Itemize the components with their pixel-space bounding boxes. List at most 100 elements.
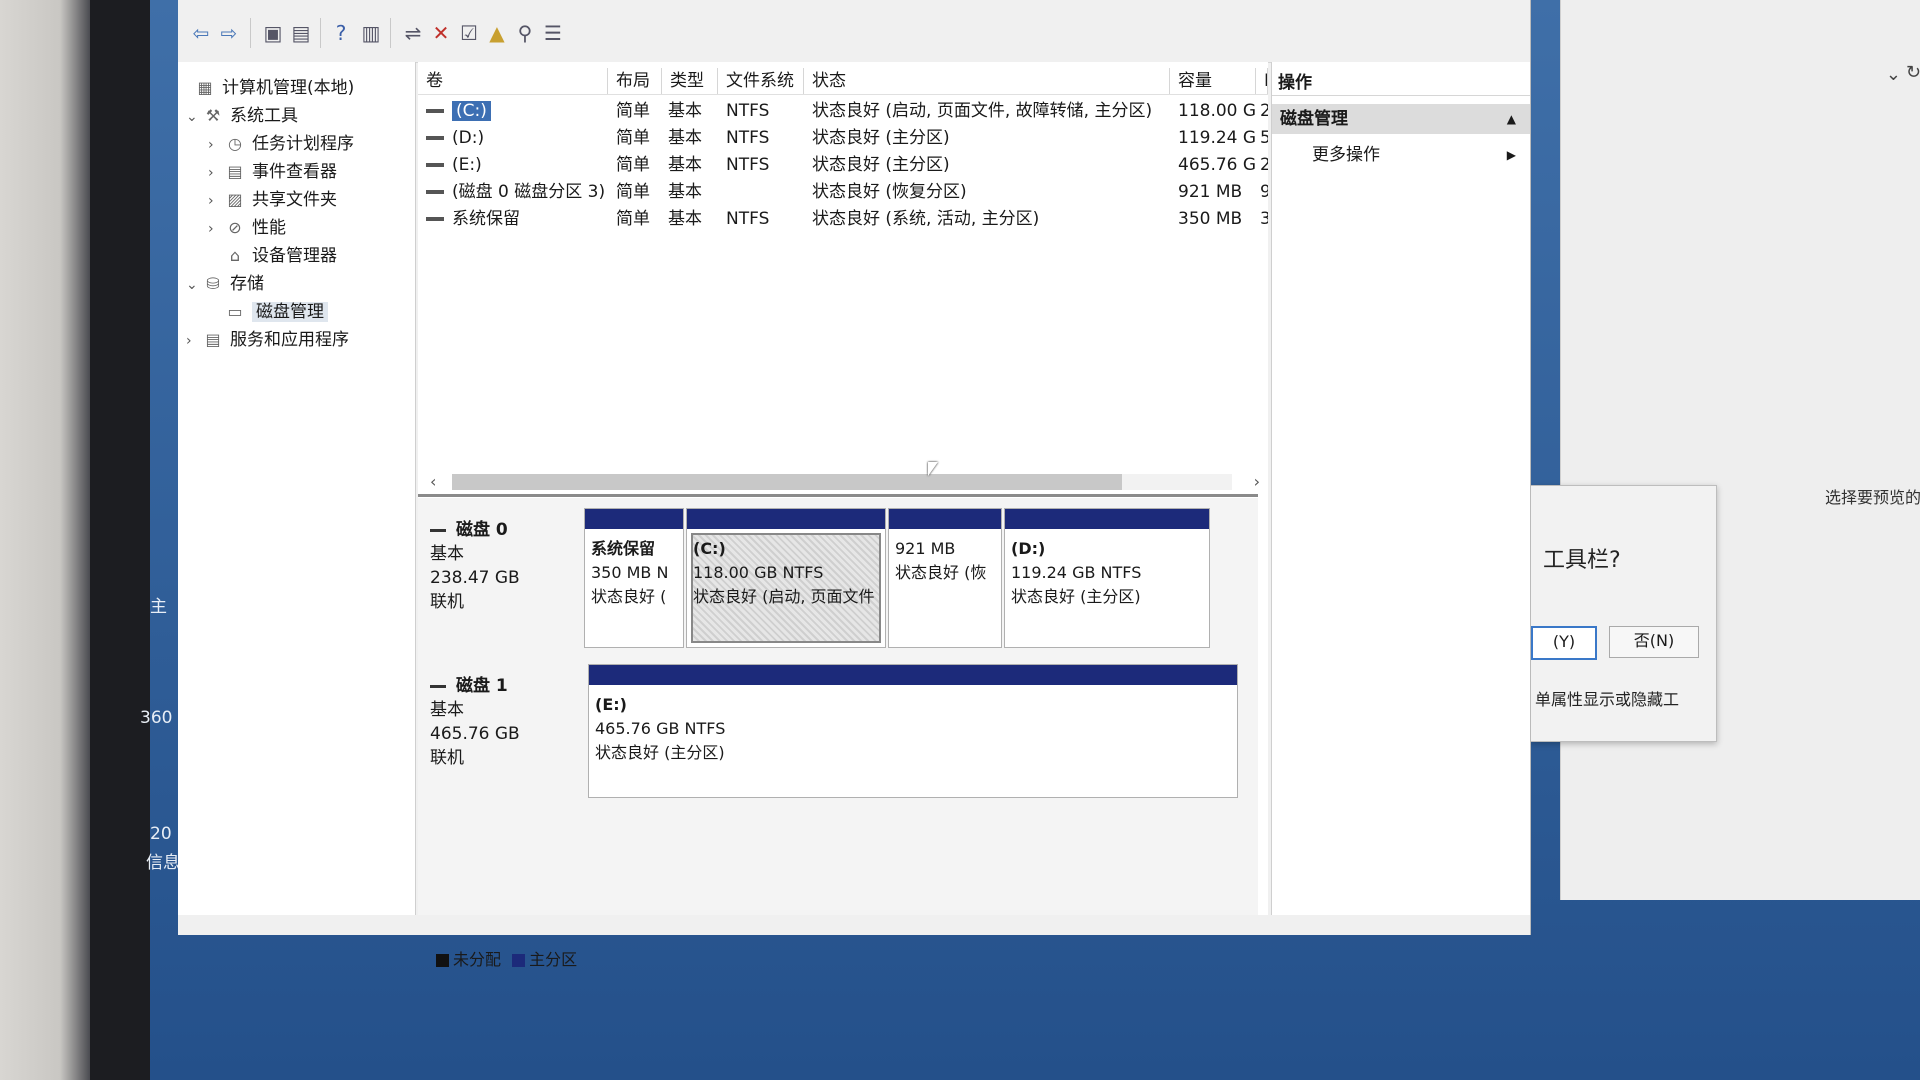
partition-recovery[interactable]: 921 MB 状态良好 (恢	[888, 508, 1002, 648]
computer-icon: ▦	[197, 78, 213, 97]
disk-0-label[interactable]: 磁盘 0 基本 238.47 GB 联机	[430, 518, 590, 614]
forward-icon[interactable]: ⇨	[216, 20, 242, 46]
tree-item-device-manager[interactable]: ⌂ 设备管理器	[208, 242, 337, 270]
tree-item-task-scheduler[interactable]: › ◷ 任务计划程序	[208, 130, 354, 158]
help-icon[interactable]: ?	[328, 20, 354, 46]
pane-splitter[interactable]	[418, 494, 1258, 497]
cell-layout: 简单	[616, 182, 650, 202]
cell-volume: (E:)	[418, 152, 608, 179]
chevron-down-icon[interactable]: ⌄	[1886, 64, 1901, 85]
tree-item-computer-management[interactable]: ▦ 计算机管理(本地)	[178, 74, 354, 102]
disk-kind: 基本	[430, 700, 464, 720]
cell-type: 基本	[668, 128, 702, 148]
up-folder-icon[interactable]: ▣	[260, 20, 286, 46]
no-button[interactable]: 否(N)	[1609, 626, 1699, 658]
tree-item-system-tools[interactable]: ⌄ ⚒ 系统工具	[186, 102, 298, 130]
table-row[interactable]: (E:) 简单基本 NTFS 状态良好 (主分区) 465.76 GB2	[418, 152, 1268, 179]
column-header-volume[interactable]: 卷	[418, 68, 608, 94]
tree-item-performance[interactable]: › ⊘ 性能	[208, 214, 286, 242]
toolbar-separator	[250, 18, 251, 48]
chevron-right-icon[interactable]: ›	[208, 215, 224, 243]
cell-capacity: 350 MB	[1178, 209, 1243, 229]
desktop-edge-text: 20	[150, 824, 172, 844]
chevron-right-icon[interactable]: ›	[208, 159, 224, 187]
cell-volume: (C:)	[418, 98, 608, 125]
volume-icon	[426, 217, 444, 221]
chevron-right-icon[interactable]: ›	[186, 327, 202, 355]
partition-status: 状态良好 (	[591, 587, 667, 606]
table-row[interactable]: (磁盘 0 磁盘分区 3) 简单 基本 状态良好 (恢复分区) 921 MB 9	[418, 179, 1268, 206]
column-header-status[interactable]: 状态	[804, 68, 1170, 94]
partition-size: 119.24 GB NTFS	[1011, 563, 1142, 582]
volume-name: (C:)	[452, 101, 491, 121]
legend-unallocated-swatch	[436, 954, 449, 967]
volume-icon	[426, 190, 444, 194]
more-actions-item[interactable]: 更多操作	[1312, 140, 1380, 170]
yes-button[interactable]: (Y)	[1531, 626, 1597, 660]
tree-label: 共享文件夹	[252, 190, 337, 210]
collapse-icon[interactable]: ▲	[1507, 104, 1516, 134]
checklist-icon[interactable]: ☑	[456, 20, 482, 46]
tree-item-shared-folders[interactable]: › ▨ 共享文件夹	[208, 186, 337, 214]
partition-status: 状态良好 (主分区)	[595, 743, 725, 762]
table-row[interactable]: (C:) 简单 基本 NTFS 状态良好 (启动, 页面文件, 故障转储, 主分区) 11…	[418, 98, 1268, 125]
disk-state: 联机	[430, 592, 464, 612]
column-header-layout[interactable]: 布局	[608, 68, 662, 94]
tree-item-services-apps[interactable]: › ▤ 服务和应用程序	[186, 326, 349, 354]
chevron-down-icon[interactable]: ⌄	[186, 271, 202, 299]
table-row[interactable]: (D:) 简单基本 NTFS 状态良好 (主分区) 119.24 GB5	[418, 125, 1268, 152]
volume-icon	[426, 136, 444, 140]
show-hide-tree-icon[interactable]: ▤	[288, 20, 314, 46]
partition-d[interactable]: (D:) 119.24 GB NTFS 状态良好 (主分区)	[1004, 508, 1210, 648]
disk-management-icon: ▭	[227, 302, 243, 321]
desktop-edge-text: 信息	[146, 853, 180, 873]
column-header-filesystem[interactable]: 文件系统	[718, 68, 804, 94]
background-window: ⌄ ↻ 选择要预览的	[1560, 0, 1920, 900]
scroll-left-icon[interactable]: ‹	[430, 472, 436, 491]
disk-1-label[interactable]: 磁盘 1 基本 465.76 GB 联机	[430, 674, 590, 770]
table-row[interactable]: 系统保留 简单 基本 NTFS 状态良好 (系统, 活动, 主分区) 350 MB 3	[418, 206, 1268, 233]
tree-item-event-viewer[interactable]: › ▤ 事件查看器	[208, 158, 337, 186]
console-icon[interactable]: ▥	[358, 20, 384, 46]
column-header-free[interactable]: F	[1256, 68, 1268, 94]
horizontal-scrollbar[interactable]: ‹ ›	[430, 472, 1260, 491]
back-icon[interactable]: ⇦	[188, 20, 214, 46]
scroll-right-icon[interactable]: ›	[1254, 472, 1260, 491]
column-header-capacity[interactable]: 容量	[1170, 68, 1256, 94]
clock-icon: ◷	[228, 134, 242, 153]
partition-status: 状态良好 (启动, 页面文件	[693, 587, 875, 606]
delete-icon[interactable]: ✕	[428, 20, 454, 46]
chevron-down-icon[interactable]: ⌄	[186, 103, 202, 131]
volume-name: (D:)	[452, 128, 485, 148]
scroll-thumb[interactable]	[452, 474, 1122, 490]
search-icon[interactable]: ⚲	[512, 20, 538, 46]
chevron-right-icon[interactable]: ›	[208, 187, 224, 215]
volume-icon	[426, 163, 444, 167]
partition-system-reserved[interactable]: 系统保留 350 MB N 状态良好 (	[584, 508, 684, 648]
partition-c[interactable]: (C:) 118.00 GB NTFS 状态良好 (启动, 页面文件	[686, 508, 886, 648]
tree-item-storage[interactable]: ⌄ ⛁ 存储	[186, 270, 264, 298]
partition-header	[687, 509, 885, 529]
refresh-icon[interactable]: ↻	[1906, 62, 1920, 83]
cell-type: 基本	[668, 209, 702, 229]
partition-size: 921 MB	[895, 539, 956, 558]
tree-label: 性能	[252, 218, 286, 238]
partition-e[interactable]: (E:) 465.76 GB NTFS 状态良好 (主分区)	[588, 664, 1238, 798]
chevron-right-icon[interactable]: ›	[208, 131, 224, 159]
cell-volume: (磁盘 0 磁盘分区 3)	[418, 179, 608, 206]
partition-status: 状态良好 (主分区)	[1011, 587, 1141, 606]
list-icon[interactable]: ☰	[540, 20, 566, 46]
volume-name: (E:)	[452, 155, 482, 175]
tree-item-disk-management[interactable]: ▭ 磁盘管理	[208, 298, 328, 326]
actions-group-disk-management[interactable]: 磁盘管理 ▲	[1272, 104, 1530, 134]
disk-icon	[430, 684, 446, 688]
cell-type: 基本	[668, 182, 702, 202]
cell-status: 状态良好 (主分区)	[812, 128, 950, 148]
connect-icon[interactable]: ⇌	[400, 20, 426, 46]
center-pane: 卷 布局 类型 文件系统 状态 容量 F (C:)简单基本NTFS状态良好 (启…	[418, 62, 1268, 969]
properties-icon[interactable]: ▲	[484, 20, 510, 46]
dialog-question: 工具栏?	[1543, 548, 1621, 573]
column-header-type[interactable]: 类型	[662, 68, 718, 94]
volume-list-header: 卷 布局 类型 文件系统 状态 容量 F	[418, 68, 1268, 95]
disk-state: 联机	[430, 748, 464, 768]
